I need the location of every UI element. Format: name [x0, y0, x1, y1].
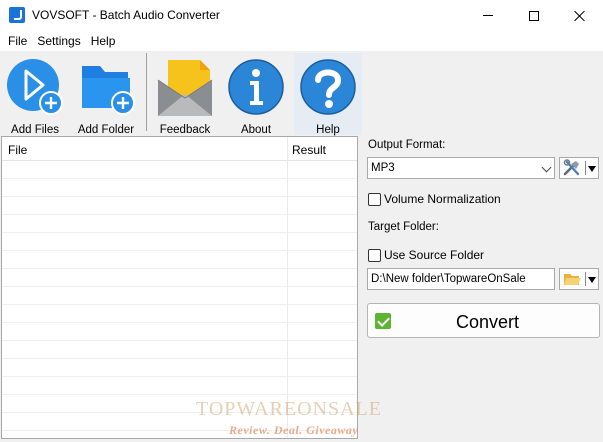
volume-normalization-checkbox[interactable]: Volume Normalization — [368, 192, 501, 206]
row-gridline — [2, 376, 357, 377]
target-folder-input[interactable] — [367, 268, 555, 290]
row-gridline — [2, 340, 357, 341]
minimize-icon — [483, 15, 493, 16]
output-format-select[interactable]: MP3 — [367, 157, 555, 179]
menu-file[interactable]: File — [3, 34, 32, 48]
row-gridline — [2, 286, 357, 287]
info-icon — [228, 59, 284, 115]
row-gridline — [2, 232, 357, 233]
list-header: File Result — [2, 137, 357, 161]
help-question-icon — [300, 59, 356, 115]
toolbar: Add Files Add Folder Feedback About Help — [0, 51, 603, 136]
tools-icon — [563, 159, 580, 176]
row-gridline — [2, 214, 357, 215]
watermark-tagline: Review. Deal. Giveaway — [229, 423, 359, 437]
chevron-down-icon — [541, 162, 552, 173]
use-source-folder-checkbox[interactable]: Use Source Folder — [368, 248, 484, 262]
volume-normalization-label: Volume Normalization — [384, 192, 501, 206]
row-gridline — [2, 178, 357, 179]
checkbox-box[interactable] — [368, 192, 381, 206]
toolbar-separator — [146, 53, 147, 131]
maximize-button[interactable] — [511, 0, 557, 31]
menu-help[interactable]: Help — [86, 34, 121, 48]
column-header-file[interactable]: File — [8, 143, 27, 157]
about-label: About — [240, 124, 272, 136]
help-label: Help — [316, 124, 340, 136]
close-button[interactable] — [557, 0, 603, 31]
watermark-logo-text: TOPWAREONSALE — [196, 398, 382, 420]
column-divider — [287, 137, 288, 438]
file-list[interactable]: File Result — [1, 136, 358, 439]
row-gridline — [2, 394, 357, 395]
row-gridline — [2, 196, 357, 197]
format-settings-button[interactable] — [559, 157, 599, 179]
row-gridline — [2, 250, 357, 251]
add-folder-button[interactable]: Add Folder — [73, 55, 139, 136]
output-format-value: MP3 — [371, 162, 395, 174]
add-files-button[interactable]: Add Files — [2, 55, 68, 136]
maximize-icon — [529, 10, 539, 21]
row-gridline — [2, 304, 357, 305]
feedback-button[interactable]: Feedback — [152, 55, 218, 136]
output-format-label: Output Format: — [368, 139, 446, 151]
convert-button[interactable]: Convert — [367, 303, 600, 338]
dropdown-arrow-icon — [588, 277, 596, 283]
help-button[interactable]: Help — [295, 55, 361, 136]
add-folder-label: Add Folder — [77, 124, 135, 136]
feedback-envelope-icon — [157, 60, 213, 116]
add-files-icon — [7, 59, 63, 115]
menu-bar: File Settings Help — [0, 31, 603, 51]
dropdown-arrow-icon — [588, 166, 596, 172]
close-icon — [574, 10, 586, 22]
row-gridline — [2, 268, 357, 269]
row-gridline — [2, 358, 357, 359]
split-divider — [585, 272, 586, 286]
checkbox-box[interactable] — [368, 248, 381, 262]
add-folder-icon — [82, 66, 135, 115]
feedback-label: Feedback — [159, 124, 211, 136]
minimize-button[interactable] — [465, 0, 511, 31]
about-button[interactable]: About — [223, 55, 289, 136]
folder-open-icon — [564, 274, 581, 285]
target-folder-field[interactable] — [368, 269, 554, 289]
title-bar[interactable]: VOVSOFT - Batch Audio Converter — [0, 0, 603, 31]
window-title: VOVSOFT - Batch Audio Converter — [32, 8, 220, 22]
column-header-result[interactable]: Result — [292, 143, 326, 157]
add-files-label: Add Files — [11, 124, 59, 136]
menu-settings[interactable]: Settings — [32, 34, 85, 48]
row-gridline — [2, 322, 357, 323]
split-divider — [585, 161, 586, 175]
convert-label: Convert — [455, 312, 520, 332]
target-folder-label: Target Folder: — [368, 221, 439, 233]
music-note-icon — [9, 7, 25, 23]
browse-folder-button[interactable] — [559, 268, 599, 290]
use-source-folder-label: Use Source Folder — [384, 248, 485, 262]
